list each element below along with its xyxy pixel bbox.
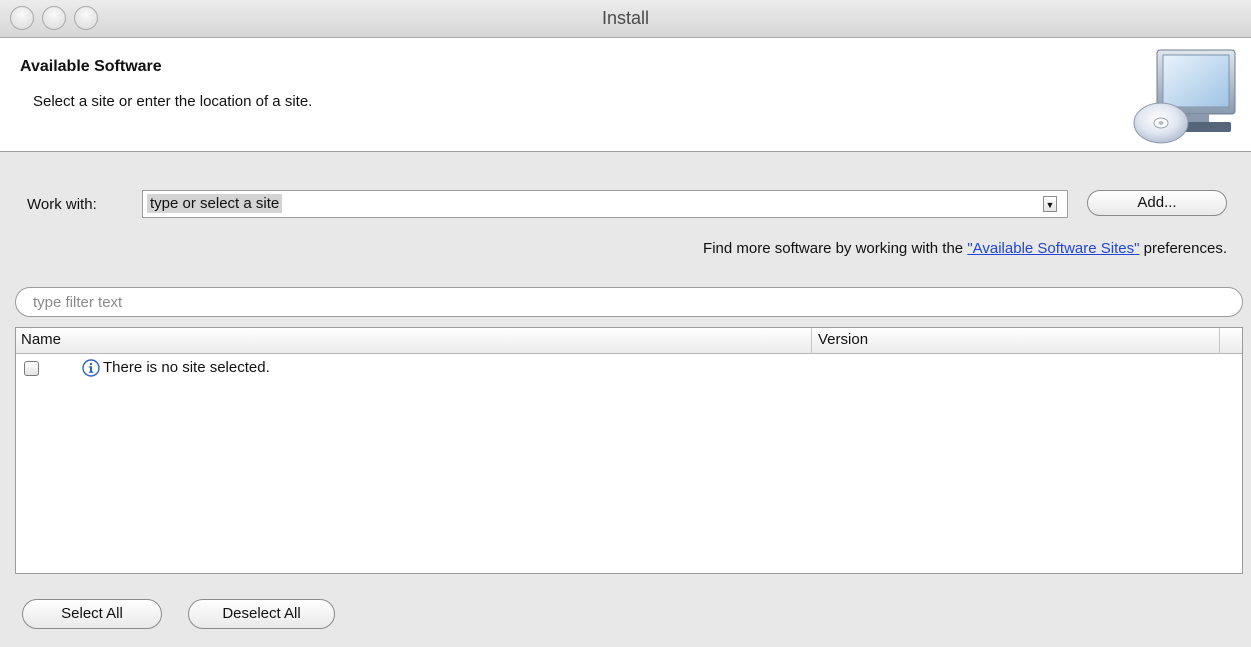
select-all-button[interactable]: Select All [22,599,162,629]
find-more-suffix: preferences. [1139,240,1227,257]
software-table: Name Version There is no site selected. [15,327,1243,574]
install-software-icon [1133,49,1236,144]
find-more-text: Find more software by working with the "… [703,240,1227,257]
dropdown-arrow-icon[interactable]: ▼ [1043,196,1057,212]
filter-input[interactable]: type filter text [15,287,1243,317]
table-header: Name Version [16,328,1242,354]
work-with-label: Work with: [27,196,97,213]
column-header-name[interactable]: Name [21,331,61,348]
column-divider[interactable] [811,328,812,354]
window-title: Install [601,8,650,28]
filter-placeholder: type filter text [33,294,123,311]
page-title: Available Software [20,58,162,75]
find-more-prefix: Find more software by working with the [703,240,968,257]
column-divider[interactable] [1219,328,1220,354]
page-description: Select a site or enter the location of a… [33,93,313,110]
work-with-value[interactable]: type or select a site [147,194,283,213]
table-row[interactable]: There is no site selected. [16,358,1242,382]
add-site-button[interactable]: Add... [1087,190,1227,216]
available-software-sites-link[interactable]: "Available Software Sites" [967,240,1139,257]
header-banner: Available Software Select a site or ente… [0,38,1251,152]
install-window: Install Available Software Select a site… [0,0,1251,647]
work-with-combo[interactable]: type or select a site ▼ [142,190,1068,218]
title-bar: Install [0,0,1251,38]
row-name: There is no site selected. [103,359,270,376]
column-header-version[interactable]: Version [818,331,868,348]
deselect-all-button[interactable]: Deselect All [188,599,335,629]
info-icon [82,359,100,377]
row-checkbox[interactable] [24,361,39,376]
